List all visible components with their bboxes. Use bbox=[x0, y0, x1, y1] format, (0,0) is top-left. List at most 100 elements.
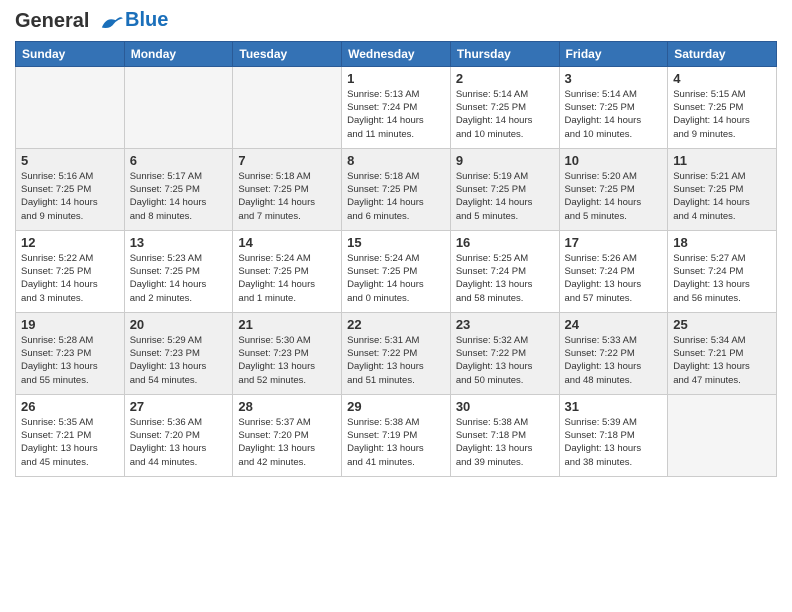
day-info: Sunrise: 5:14 AM Sunset: 7:25 PM Dayligh… bbox=[565, 88, 663, 141]
day-number: 28 bbox=[238, 399, 336, 414]
calendar-cell: 6Sunrise: 5:17 AM Sunset: 7:25 PM Daylig… bbox=[124, 148, 233, 230]
weekday-header-wednesday: Wednesday bbox=[342, 41, 451, 66]
calendar-cell: 17 Sunrise: 5:26 AM Sunset: 7:24 PM Dayli… bbox=[559, 230, 668, 312]
calendar-cell bbox=[16, 66, 125, 148]
day-info: Sunrise: 5:28 AM Sunset: 7:23 PM Dayligh… bbox=[21, 334, 119, 387]
logo: General Blue bbox=[15, 10, 168, 33]
day-number: 29 bbox=[347, 399, 445, 414]
day-number: 31 bbox=[565, 399, 663, 414]
day-number: 3 bbox=[565, 71, 663, 86]
weekday-header-sunday: Sunday bbox=[16, 41, 125, 66]
calendar-week-row: 12 Sunrise: 5:22 AM Sunset: 7:25 PM Dayli… bbox=[16, 230, 777, 312]
calendar-cell: 21 Sunrise: 5:30 AM Sunset: 7:23 PM Dayli… bbox=[233, 312, 342, 394]
calendar-week-row: 5 Sunrise: 5:16 AM Sunset: 7:25 PM Daylig… bbox=[16, 148, 777, 230]
calendar-cell: 7 Sunrise: 5:18 AM Sunset: 7:25 PM Daylig… bbox=[233, 148, 342, 230]
weekday-header-friday: Friday bbox=[559, 41, 668, 66]
calendar-cell bbox=[233, 66, 342, 148]
day-info: Sunrise: 5:20 AM Sunset: 7:25 PM Dayligh… bbox=[565, 170, 663, 223]
day-info: Sunrise: 5:18 AM Sunset: 7:25 PM Dayligh… bbox=[347, 170, 445, 223]
day-number: 13 bbox=[130, 235, 228, 250]
calendar-cell: 11 Sunrise: 5:21 AM Sunset: 7:25 PM Dayli… bbox=[668, 148, 777, 230]
day-info: Sunrise: 5:15 AM Sunset: 7:25 PM Dayligh… bbox=[673, 88, 771, 141]
day-info: Sunrise: 5:16 AM Sunset: 7:25 PM Dayligh… bbox=[21, 170, 119, 223]
header: General Blue bbox=[15, 10, 777, 33]
day-number: 11 bbox=[673, 153, 771, 168]
day-info: Sunrise: 5:13 AM Sunset: 7:24 PM Dayligh… bbox=[347, 88, 445, 141]
calendar-cell: 1 Sunrise: 5:13 AM Sunset: 7:24 PM Daylig… bbox=[342, 66, 451, 148]
calendar-cell bbox=[668, 394, 777, 476]
day-number: 24 bbox=[565, 317, 663, 332]
calendar-table: SundayMondayTuesdayWednesdayThursdayFrid… bbox=[15, 41, 777, 477]
day-info: Sunrise: 5:25 AM Sunset: 7:24 PM Dayligh… bbox=[456, 252, 554, 305]
day-info: Sunrise: 5:27 AM Sunset: 7:24 PM Dayligh… bbox=[673, 252, 771, 305]
day-info: Sunrise: 5:22 AM Sunset: 7:25 PM Dayligh… bbox=[21, 252, 119, 305]
calendar-cell: 23Sunrise: 5:32 AM Sunset: 7:22 PM Dayli… bbox=[450, 312, 559, 394]
day-info: Sunrise: 5:34 AM Sunset: 7:21 PM Dayligh… bbox=[673, 334, 771, 387]
calendar-cell: 16 Sunrise: 5:25 AM Sunset: 7:24 PM Dayli… bbox=[450, 230, 559, 312]
day-number: 26 bbox=[21, 399, 119, 414]
weekday-header-thursday: Thursday bbox=[450, 41, 559, 66]
day-number: 16 bbox=[456, 235, 554, 250]
calendar-cell: 14 Sunrise: 5:24 AM Sunset: 7:25 PM Dayli… bbox=[233, 230, 342, 312]
calendar-cell: 27 Sunrise: 5:36 AM Sunset: 7:20 PM Dayli… bbox=[124, 394, 233, 476]
calendar-cell: 26 Sunrise: 5:35 AM Sunset: 7:21 PM Dayli… bbox=[16, 394, 125, 476]
day-info: Sunrise: 5:38 AM Sunset: 7:18 PM Dayligh… bbox=[456, 416, 554, 469]
day-info: Sunrise: 5:30 AM Sunset: 7:23 PM Dayligh… bbox=[238, 334, 336, 387]
day-number: 14 bbox=[238, 235, 336, 250]
day-number: 30 bbox=[456, 399, 554, 414]
day-info: Sunrise: 5:21 AM Sunset: 7:25 PM Dayligh… bbox=[673, 170, 771, 223]
day-number: 4 bbox=[673, 71, 771, 86]
day-info: Sunrise: 5:29 AM Sunset: 7:23 PM Dayligh… bbox=[130, 334, 228, 387]
day-info: Sunrise: 5:31 AM Sunset: 7:22 PM Dayligh… bbox=[347, 334, 445, 387]
day-number: 20 bbox=[130, 317, 228, 332]
day-number: 10 bbox=[565, 153, 663, 168]
calendar-cell: 2Sunrise: 5:14 AM Sunset: 7:25 PM Daylig… bbox=[450, 66, 559, 148]
logo-bird-icon bbox=[97, 11, 125, 33]
day-info: Sunrise: 5:36 AM Sunset: 7:20 PM Dayligh… bbox=[130, 416, 228, 469]
calendar-cell: 30 Sunrise: 5:38 AM Sunset: 7:18 PM Dayli… bbox=[450, 394, 559, 476]
day-info: Sunrise: 5:17 AM Sunset: 7:25 PM Dayligh… bbox=[130, 170, 228, 223]
day-number: 22 bbox=[347, 317, 445, 332]
day-info: Sunrise: 5:18 AM Sunset: 7:25 PM Dayligh… bbox=[238, 170, 336, 223]
weekday-header-monday: Monday bbox=[124, 41, 233, 66]
day-info: Sunrise: 5:32 AM Sunset: 7:22 PM Dayligh… bbox=[456, 334, 554, 387]
calendar-cell: 20 Sunrise: 5:29 AM Sunset: 7:23 PM Dayli… bbox=[124, 312, 233, 394]
day-number: 2 bbox=[456, 71, 554, 86]
page: General Blue SundayMondayTuesdayWednesda… bbox=[0, 0, 792, 612]
day-info: Sunrise: 5:39 AM Sunset: 7:18 PM Dayligh… bbox=[565, 416, 663, 469]
day-number: 1 bbox=[347, 71, 445, 86]
calendar-cell: 13 Sunrise: 5:23 AM Sunset: 7:25 PM Dayli… bbox=[124, 230, 233, 312]
calendar-cell bbox=[124, 66, 233, 148]
day-number: 17 bbox=[565, 235, 663, 250]
day-info: Sunrise: 5:33 AM Sunset: 7:22 PM Dayligh… bbox=[565, 334, 663, 387]
day-info: Sunrise: 5:26 AM Sunset: 7:24 PM Dayligh… bbox=[565, 252, 663, 305]
calendar-cell: 19 Sunrise: 5:28 AM Sunset: 7:23 PM Dayli… bbox=[16, 312, 125, 394]
day-number: 12 bbox=[21, 235, 119, 250]
day-number: 27 bbox=[130, 399, 228, 414]
calendar-week-row: 26 Sunrise: 5:35 AM Sunset: 7:21 PM Dayli… bbox=[16, 394, 777, 476]
calendar-cell: 4 Sunrise: 5:15 AM Sunset: 7:25 PM Daylig… bbox=[668, 66, 777, 148]
weekday-header-tuesday: Tuesday bbox=[233, 41, 342, 66]
calendar-week-row: 19 Sunrise: 5:28 AM Sunset: 7:23 PM Dayli… bbox=[16, 312, 777, 394]
day-number: 18 bbox=[673, 235, 771, 250]
day-info: Sunrise: 5:19 AM Sunset: 7:25 PM Dayligh… bbox=[456, 170, 554, 223]
day-info: Sunrise: 5:35 AM Sunset: 7:21 PM Dayligh… bbox=[21, 416, 119, 469]
calendar-cell: 31 Sunrise: 5:39 AM Sunset: 7:18 PM Dayli… bbox=[559, 394, 668, 476]
day-info: Sunrise: 5:24 AM Sunset: 7:25 PM Dayligh… bbox=[238, 252, 336, 305]
day-number: 9 bbox=[456, 153, 554, 168]
day-info: Sunrise: 5:23 AM Sunset: 7:25 PM Dayligh… bbox=[130, 252, 228, 305]
day-number: 15 bbox=[347, 235, 445, 250]
calendar-cell: 8Sunrise: 5:18 AM Sunset: 7:25 PM Daylig… bbox=[342, 148, 451, 230]
calendar-cell: 15Sunrise: 5:24 AM Sunset: 7:25 PM Dayli… bbox=[342, 230, 451, 312]
day-number: 5 bbox=[21, 153, 119, 168]
calendar-cell: 28 Sunrise: 5:37 AM Sunset: 7:20 PM Dayli… bbox=[233, 394, 342, 476]
day-number: 7 bbox=[238, 153, 336, 168]
day-info: Sunrise: 5:38 AM Sunset: 7:19 PM Dayligh… bbox=[347, 416, 445, 469]
calendar-cell: 5 Sunrise: 5:16 AM Sunset: 7:25 PM Daylig… bbox=[16, 148, 125, 230]
calendar-week-row: 1 Sunrise: 5:13 AM Sunset: 7:24 PM Daylig… bbox=[16, 66, 777, 148]
day-number: 19 bbox=[21, 317, 119, 332]
calendar-cell: 25Sunrise: 5:34 AM Sunset: 7:21 PM Dayli… bbox=[668, 312, 777, 394]
day-info: Sunrise: 5:37 AM Sunset: 7:20 PM Dayligh… bbox=[238, 416, 336, 469]
calendar-cell: 12 Sunrise: 5:22 AM Sunset: 7:25 PM Dayli… bbox=[16, 230, 125, 312]
day-number: 21 bbox=[238, 317, 336, 332]
